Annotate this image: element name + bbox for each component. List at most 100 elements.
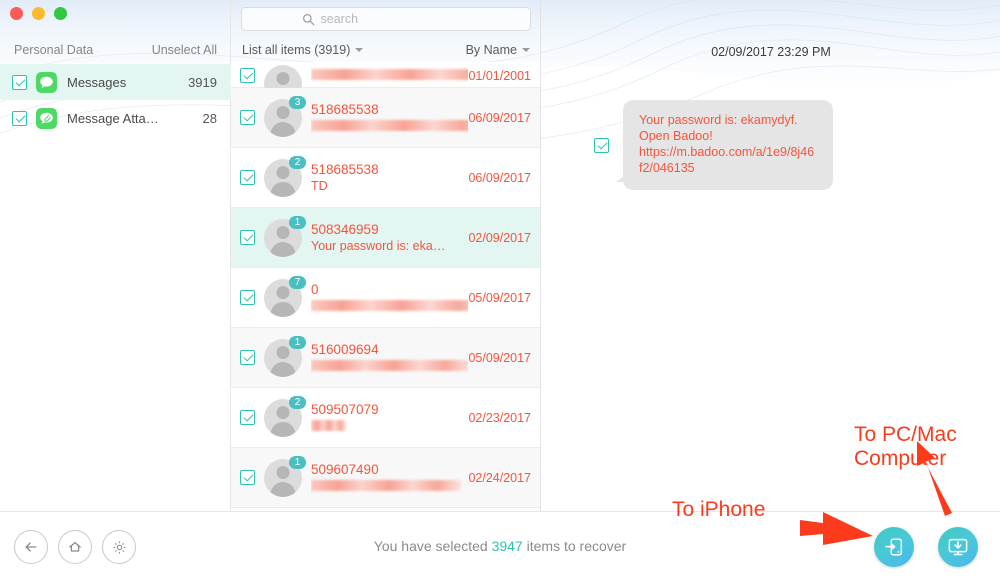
list-item-content: 518685538 TD	[311, 161, 468, 195]
list-item-preview: TD	[311, 178, 328, 193]
status-prefix: You have selected	[373, 538, 492, 554]
message-timestamp: 02/09/2017 23:29 PM	[711, 45, 831, 59]
list-item-preview	[311, 478, 468, 495]
list-item[interactable]: 2 518685538 TD 06/09/2017	[231, 148, 540, 208]
app-window: Personal Data Unselect All Messages 3919…	[0, 0, 1000, 581]
list-item[interactable]: 01/01/2001	[231, 62, 540, 103]
filter-dropdown[interactable]: List all items (3919)	[242, 43, 364, 57]
minimize-button[interactable]	[32, 7, 45, 20]
sidebar: Personal Data Unselect All Messages 3919…	[0, 0, 231, 511]
list-item-checkbox[interactable]	[240, 170, 255, 185]
conversation-rows[interactable]: 01/01/2001 3 518685538 06/09/2017 2 518685538…	[231, 62, 540, 511]
sort-dropdown[interactable]: By Name	[466, 43, 530, 57]
list-item-preview	[311, 118, 469, 135]
redacted-text	[311, 419, 346, 431]
chevron-down-icon	[355, 48, 364, 52]
list-item-content: 518685538	[311, 101, 469, 135]
unread-count-badge: 3	[289, 95, 306, 109]
list-controls: List all items (3919) By Name	[231, 38, 540, 62]
list-item-date: 05/09/2017	[468, 350, 531, 365]
redacted-text	[311, 119, 469, 131]
sort-dropdown-label: By Name	[465, 43, 517, 57]
list-item-checkbox[interactable]	[240, 110, 255, 125]
sidebar-item-count: 28	[202, 110, 217, 126]
sidebar-item-label: Messages	[67, 74, 127, 90]
sidebar-item-messages[interactable]: Messages 3919	[0, 64, 231, 100]
sidebar-item-count: 3919	[188, 74, 217, 90]
redacted-text	[311, 359, 469, 371]
list-item-content	[311, 66, 469, 83]
search-icon	[302, 13, 314, 25]
list-item-checkbox[interactable]	[240, 68, 255, 83]
filter-dropdown-label: List all items (3919)	[242, 43, 351, 57]
avatar	[264, 65, 302, 103]
message-attachments-icon	[36, 107, 57, 129]
sidebar-messages-checkbox[interactable]	[12, 74, 27, 90]
sidebar-item-label: Message Atta…	[67, 110, 159, 126]
list-item-date: 06/09/2017	[468, 170, 531, 185]
list-item-checkbox[interactable]	[240, 230, 255, 245]
sidebar-item-message-attachments[interactable]: Message Atta… 28	[0, 100, 231, 136]
list-item-checkbox[interactable]	[240, 350, 255, 365]
redacted-text	[311, 299, 469, 311]
list-item-title: 518685538	[311, 101, 379, 117]
annotation-to-computer: To PC/Mac Computer	[854, 423, 957, 470]
recover-to-computer-button[interactable]	[938, 527, 978, 567]
list-item-title: 0	[311, 281, 319, 297]
message-row: Your password is: ekamydyf. Open Badoo! …	[594, 100, 833, 190]
sidebar-attachments-checkbox[interactable]	[12, 110, 27, 126]
annotation-to-iphone: To iPhone	[672, 498, 766, 521]
list-item-content: 509507079	[311, 401, 468, 435]
avatar: 1	[264, 215, 306, 257]
list-item[interactable]: 1 508346959 Your password is: eka… 02/09/20…	[231, 208, 540, 268]
avatar: 2	[264, 395, 306, 437]
avatar: 7	[264, 275, 306, 317]
unread-count-badge: 1	[289, 455, 306, 469]
redacted-text	[311, 69, 469, 80]
status-text: You have selected 3947 items to recover	[0, 538, 1000, 554]
unselect-all-button[interactable]: Unselect All	[152, 43, 217, 57]
sidebar-title: Personal Data	[14, 43, 94, 57]
recover-to-computer-icon	[948, 538, 968, 556]
unread-count-badge: 2	[289, 155, 306, 169]
avatar: 1	[264, 335, 306, 377]
list-item-title: 509607490	[311, 461, 379, 477]
list-item[interactable]: 2 509507079 02/23/2017	[231, 388, 540, 448]
list-item-content: 509607490	[311, 461, 468, 495]
avatar: 2	[264, 155, 306, 197]
list-item-date: 02/23/2017	[468, 410, 531, 425]
unread-count-badge: 1	[289, 335, 306, 349]
list-item-preview	[311, 298, 469, 315]
recover-to-iphone-button[interactable]	[874, 527, 914, 567]
list-item-date: 02/09/2017	[468, 230, 531, 245]
list-item-checkbox[interactable]	[240, 410, 255, 425]
recover-to-iphone-icon	[885, 538, 903, 556]
list-item-title	[311, 66, 469, 83]
bottom-bar: You have selected 3947 items to recover	[0, 511, 1000, 581]
search-box[interactable]	[241, 7, 531, 31]
conversation-list-panel: List all items (3919) By Name 01/01/2001…	[231, 0, 541, 511]
list-item-date: 01/01/2001	[468, 69, 531, 83]
redacted-text	[311, 479, 461, 491]
list-item[interactable]: 3 518685538 06/09/2017	[231, 88, 540, 148]
status-suffix: items to recover	[522, 538, 627, 554]
chevron-down-icon	[522, 48, 530, 52]
status-count: 3947	[491, 538, 523, 554]
list-item-title: 509507079	[311, 401, 379, 417]
search-bar	[231, 0, 540, 38]
list-item-checkbox[interactable]	[240, 470, 255, 485]
list-item-content: 508346959 Your password is: eka…	[311, 221, 468, 255]
sidebar-header: Personal Data Unselect All	[0, 38, 231, 62]
list-item[interactable]: 1 509607490 02/24/2017	[231, 448, 540, 508]
message-bubble: Your password is: ekamydyf. Open Badoo! …	[616, 100, 833, 190]
list-item[interactable]: 1 516009694 05/09/2017	[231, 328, 540, 388]
unread-count-badge: 7	[289, 275, 306, 289]
list-item[interactable]: 7 0 05/09/2017	[231, 268, 540, 328]
search-input[interactable]	[320, 12, 471, 26]
maximize-button[interactable]	[54, 7, 67, 20]
unread-count-badge: 1	[289, 215, 306, 229]
close-button[interactable]	[10, 7, 23, 20]
message-checkbox[interactable]	[594, 137, 609, 153]
list-item-date: 05/09/2017	[468, 290, 531, 305]
list-item-checkbox[interactable]	[240, 290, 255, 305]
